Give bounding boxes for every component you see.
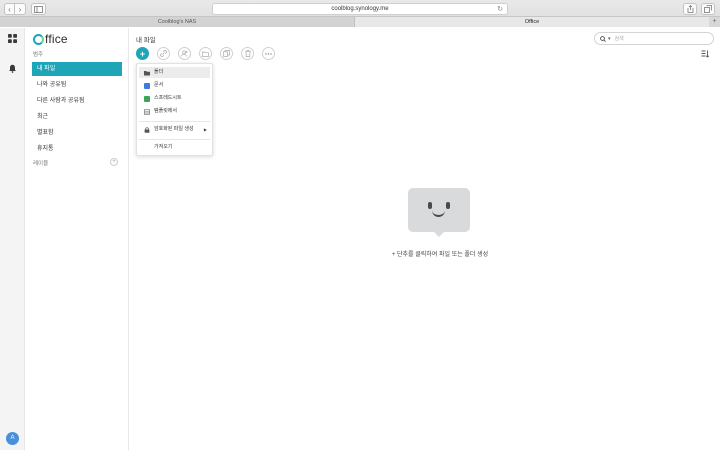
nav-item-shared-with-others[interactable]: 다른 사람과 공유됨 <box>32 94 122 108</box>
new-tab-button[interactable]: + <box>709 16 720 27</box>
nav-item-shared-with-me[interactable]: 나와 공유됨 <box>32 78 122 92</box>
menu-item-label: 폴더 <box>154 69 164 75</box>
link-button[interactable] <box>157 47 170 60</box>
menu-item-import[interactable]: 가져오기 <box>139 142 210 153</box>
menu-item-document[interactable]: 문서 <box>139 80 210 91</box>
template-icon <box>144 108 150 115</box>
reload-icon[interactable]: ↻ <box>497 5 503 15</box>
nav-item-trash[interactable]: 휴지통 <box>32 142 122 156</box>
menu-item-label: 가져오기 <box>154 144 173 150</box>
file-toolbar: + <box>136 47 279 60</box>
empty-state-left-eye <box>428 202 432 209</box>
sort-view-icon[interactable] <box>701 50 709 58</box>
labels-heading: 레이블 <box>33 161 49 167</box>
delete-button[interactable] <box>241 47 254 60</box>
user-avatar[interactable]: A <box>6 432 19 445</box>
address-bar[interactable]: coolblog.synology.me ↻ <box>212 3 508 15</box>
apps-grid-icon[interactable] <box>8 34 17 43</box>
add-label-button[interactable]: + <box>110 158 118 166</box>
nav-item-recent[interactable]: 최근 <box>32 110 122 124</box>
empty-state-smile <box>432 210 445 217</box>
empty-state-right-eye <box>446 202 450 209</box>
office-logo-text: ffice <box>45 32 68 46</box>
menu-item-label: 템플릿에서 <box>154 108 178 114</box>
back-button[interactable]: ‹ <box>4 3 15 15</box>
copy-button[interactable] <box>220 47 233 60</box>
menu-item-create-encrypted[interactable]: 암호화된 파일 생성 ▶ <box>139 124 210 135</box>
menu-item-spreadsheet[interactable]: 스프레드시트 <box>139 93 210 104</box>
tab-office[interactable]: Office <box>355 16 709 27</box>
sidebar-icon <box>34 5 43 13</box>
history-nav: ‹ › <box>4 3 26 15</box>
link-icon <box>160 50 167 57</box>
create-button[interactable]: + <box>136 47 149 60</box>
import-spacer <box>144 145 150 151</box>
empty-state-message: + 단추를 클릭하여 파일 또는 폴더 생성 <box>391 252 489 258</box>
share-with-user-button[interactable] <box>178 47 191 60</box>
copy-icon <box>223 50 230 57</box>
menu-item-label: 스프레드시트 <box>154 95 182 101</box>
category-heading: 범주 <box>33 52 44 58</box>
share-user-icon <box>181 50 188 57</box>
show-tabs-button[interactable] <box>701 3 715 15</box>
sidebar-toggle-button[interactable] <box>31 3 46 15</box>
menu-item-label: 문서 <box>154 82 164 88</box>
tab-bar: Coolblog's NAS Office + <box>0 16 720 27</box>
menu-item-folder[interactable]: 폴더 <box>139 67 210 78</box>
move-folder-icon <box>202 51 209 57</box>
spreadsheet-icon <box>144 95 150 102</box>
page-title: 내 파일 <box>136 37 156 44</box>
search-input[interactable]: ▾ 검색 <box>594 32 714 45</box>
submenu-arrow-icon: ▶ <box>203 127 207 132</box>
search-icon <box>600 35 606 42</box>
office-logo-mark <box>33 33 44 45</box>
search-placeholder: 검색 <box>614 36 624 42</box>
empty-state-bubble-tail <box>433 231 445 237</box>
browser-toolbar: ‹ › coolblog.synology.me ↻ Coolblog's NA… <box>0 0 720 27</box>
nav-item-my-files[interactable]: 내 파일 <box>32 62 122 76</box>
move-to-folder-button[interactable] <box>199 47 212 60</box>
url-text: coolblog.synology.me <box>331 6 389 12</box>
menu-divider <box>139 121 210 122</box>
more-button[interactable] <box>262 47 275 60</box>
more-icon <box>265 52 272 55</box>
share-icon <box>687 5 693 13</box>
tabs-overview-icon <box>704 5 712 13</box>
empty-state-illustration <box>408 188 470 232</box>
main-content: 내 파일 ▾ 검색 + <box>130 28 720 450</box>
delete-icon <box>244 50 251 57</box>
menu-item-from-template[interactable]: 템플릿에서 <box>139 106 210 117</box>
nav-item-starred[interactable]: 별표함 <box>32 126 122 140</box>
office-logo: ffice <box>33 32 68 46</box>
menu-item-label: 암호화된 파일 생성 <box>154 126 194 132</box>
tab-nas[interactable]: Coolblog's NAS <box>0 16 355 27</box>
document-icon <box>144 82 150 89</box>
search-options-caret-icon[interactable]: ▾ <box>608 36 611 42</box>
forward-button[interactable]: › <box>15 3 26 15</box>
share-button[interactable] <box>683 3 697 15</box>
app-rail: A <box>0 28 25 450</box>
lock-icon <box>144 126 150 133</box>
left-navigation: ffice 범주 내 파일 나와 공유됨 다른 사람과 공유됨 최근 별표함 휴… <box>25 28 129 450</box>
menu-divider <box>139 139 210 140</box>
forward-icon: › <box>18 4 22 14</box>
folder-icon <box>144 70 150 75</box>
create-menu: 폴더 문서 스프레드시트 템플릿에서 암호화된 파일 생성 ▶ 가져오기 <box>136 63 213 156</box>
notification-bell-icon[interactable] <box>8 64 17 73</box>
back-icon: ‹ <box>8 4 11 14</box>
